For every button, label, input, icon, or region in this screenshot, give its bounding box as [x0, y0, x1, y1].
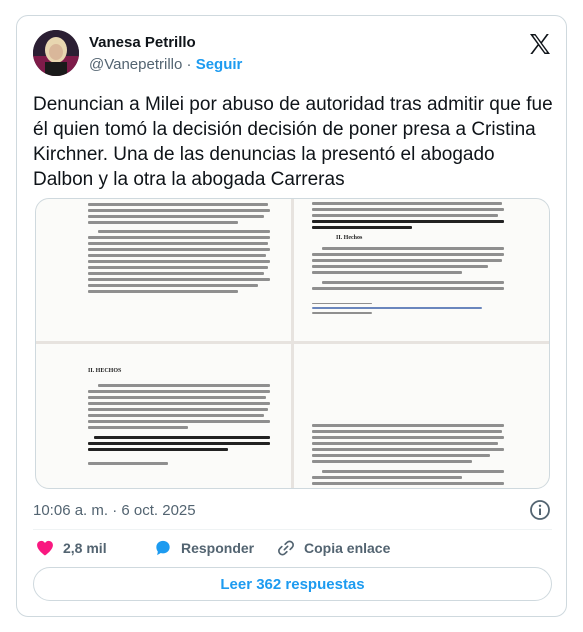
- display-name[interactable]: Vanesa Petrillo: [89, 33, 242, 53]
- heart-icon: [37, 540, 53, 556]
- separator-dot: ·: [186, 56, 196, 73]
- tweet-card: Vanesa Petrillo @Vanepetrillo · Seguir D…: [16, 15, 567, 617]
- tweet-text: Denuncian a Milei por abuso de autoridad…: [33, 94, 553, 190]
- reply-button[interactable]: Responder: [153, 537, 254, 559]
- copy-link-label: Copia enlace: [304, 540, 391, 556]
- like-count: 2,8 mil: [63, 540, 107, 556]
- document-image-4[interactable]: [294, 344, 549, 488]
- section-heading-left: II. HECHOS: [88, 368, 122, 374]
- like-button[interactable]: 2,8 mil: [35, 537, 107, 559]
- media-grid[interactable]: II. Hechos II. HECHOS: [35, 198, 550, 489]
- read-replies-button[interactable]: Leer 362 respuestas: [33, 567, 552, 601]
- document-image-1[interactable]: [36, 199, 291, 341]
- divider: [33, 529, 552, 530]
- tweet-timestamp[interactable]: 10:06 a. m. · 6 oct. 2025: [33, 501, 196, 521]
- tweet-header: Vanesa Petrillo @Vanepetrillo · Seguir: [33, 30, 552, 78]
- link-icon: [278, 540, 294, 556]
- reply-label: Responder: [181, 540, 255, 556]
- document-image-2[interactable]: II. Hechos: [294, 199, 549, 341]
- x-logo-icon[interactable]: [528, 32, 552, 56]
- document-image-3[interactable]: II. HECHOS: [36, 344, 291, 488]
- copy-link-button[interactable]: Copia enlace: [276, 537, 390, 559]
- user-handle[interactable]: @Vanepetrillo: [89, 56, 182, 73]
- author-block: Vanesa Petrillo @Vanepetrillo · Seguir: [89, 33, 242, 75]
- section-heading-right: II. Hechos: [336, 235, 363, 241]
- action-bar: 2,8 mil Responder Copia enlace: [33, 537, 552, 559]
- handle-row: @Vanepetrillo · Seguir: [89, 55, 242, 75]
- follow-button[interactable]: Seguir: [196, 56, 243, 73]
- reply-bubble-icon: [156, 540, 170, 556]
- avatar[interactable]: [33, 30, 79, 76]
- info-icon[interactable]: [529, 499, 551, 521]
